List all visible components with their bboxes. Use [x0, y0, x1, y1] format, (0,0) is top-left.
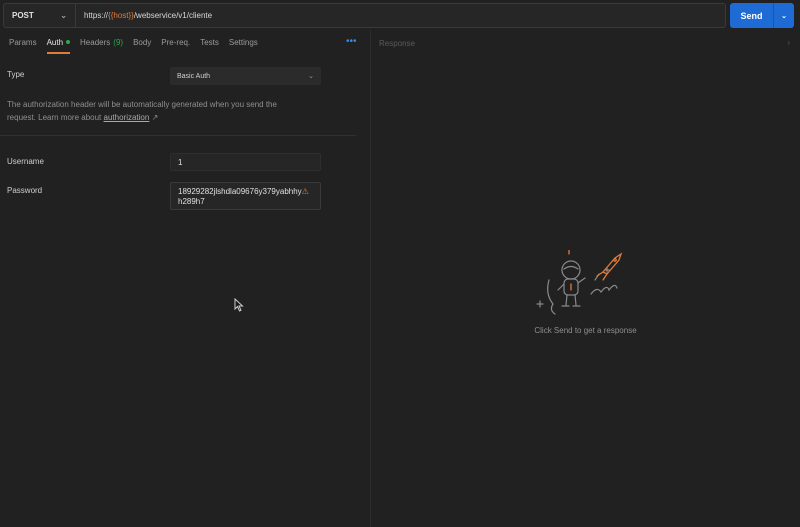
auth-help-text: The authorization header will be automat…	[7, 98, 307, 124]
password-value: 18929282jlshdla09676y379yabhhy	[178, 187, 302, 196]
auth-type-label: Type	[7, 70, 25, 79]
request-bar: POST ⌄ https://{{host}}/webservice/v1/cl…	[0, 0, 800, 30]
chevron-down-icon: ⌄	[60, 11, 67, 20]
active-indicator-dot	[66, 40, 71, 44]
auth-type-select[interactable]: Basic Auth ⌄	[170, 67, 321, 85]
url-prefix: https://	[84, 11, 109, 20]
tab-pre-request[interactable]: Pre-req.	[161, 30, 190, 54]
response-empty-text: Click Send to get a response	[534, 326, 637, 335]
password-input[interactable]: 18929282jlshdla09676y379yabhhy⚠ h289h7	[170, 182, 321, 210]
tab-label: Settings	[228, 37, 258, 47]
username-label: Username	[7, 157, 44, 166]
tab-label: Params	[9, 37, 37, 47]
tab-headers[interactable]: Headers (9)	[80, 30, 123, 54]
method-select[interactable]: POST ⌄	[4, 4, 76, 27]
password-value-continued: h289h7	[178, 197, 205, 206]
tab-label: Pre-req.	[161, 37, 191, 47]
chevron-right-icon[interactable]: ›	[787, 38, 790, 47]
authorization-link[interactable]: authorization	[104, 113, 150, 122]
tab-auth[interactable]: Auth	[46, 30, 71, 54]
tab-label: Auth	[46, 37, 64, 47]
send-label[interactable]: Send	[730, 3, 774, 28]
more-options-icon[interactable]: •••	[346, 36, 357, 47]
send-button[interactable]: Send ⌄	[730, 3, 794, 28]
tab-body[interactable]: Body	[133, 30, 151, 54]
external-link-icon: ↗	[151, 113, 159, 122]
tab-settings[interactable]: Settings	[229, 30, 258, 54]
request-pane: Params Auth Headers (9) Body Pre-req. Tes…	[0, 30, 370, 527]
url-input[interactable]: https://{{host}}/webservice/v1/cliente	[76, 4, 212, 27]
response-title: Response	[379, 39, 416, 48]
tab-label: Headers	[80, 37, 111, 47]
request-tabs: Params Auth Headers (9) Body Pre-req. Tes…	[0, 30, 370, 54]
tab-label: Tests	[200, 37, 219, 47]
url-variable: {{host}}	[108, 11, 134, 20]
section-divider	[0, 135, 356, 136]
tab-label: Body	[133, 37, 152, 47]
tab-tests[interactable]: Tests	[200, 30, 219, 54]
username-value: 1	[178, 158, 183, 167]
mouse-cursor-icon	[234, 298, 244, 312]
auth-type-value: Basic Auth	[177, 72, 211, 80]
chevron-down-icon[interactable]: ⌄	[774, 3, 794, 28]
username-input[interactable]: 1	[170, 153, 321, 171]
response-pane: Response › Click Send to get a response	[371, 30, 800, 527]
password-label: Password	[7, 186, 43, 195]
url-box: POST ⌄ https://{{host}}/webservice/v1/cl…	[3, 3, 726, 28]
warning-icon: ⚠	[301, 187, 309, 196]
astronaut-rocket-illustration	[536, 250, 623, 315]
headers-count-badge: (9)	[113, 37, 124, 47]
tab-params[interactable]: Params	[9, 30, 37, 54]
method-label: POST	[12, 11, 34, 20]
chevron-down-icon: ⌄	[308, 73, 314, 80]
url-suffix: /webservice/v1/cliente	[133, 11, 213, 20]
